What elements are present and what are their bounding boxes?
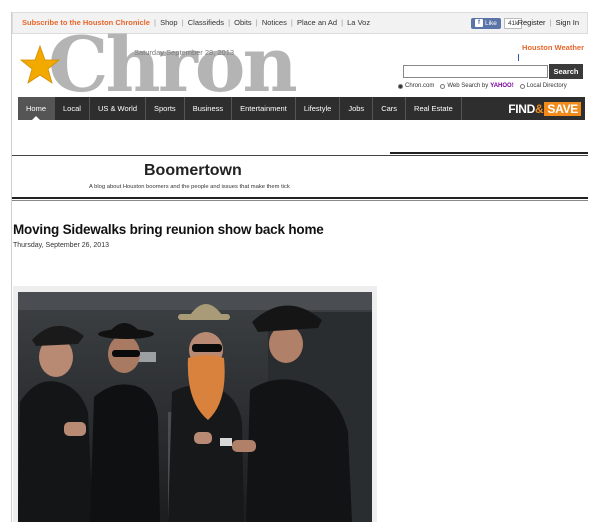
nav-item-entertainment[interactable]: Entertainment [232, 97, 296, 120]
divider [12, 155, 588, 156]
search-option-chron[interactable]: Chron.com [398, 83, 434, 89]
place-an-ad-link[interactable]: Place an Ad [297, 18, 337, 27]
weather-indicator [518, 54, 519, 61]
nav-item-us-world[interactable]: US & World [90, 97, 146, 120]
chron-logo[interactable]: Chron [48, 27, 298, 103]
facebook-like-widget: f Like 41k [471, 17, 523, 29]
separator: | [341, 18, 344, 27]
nav-item-lifestyle[interactable]: Lifestyle [296, 97, 341, 120]
radio-selected-icon [398, 83, 403, 89]
facebook-icon: f [475, 19, 483, 27]
article-photo [18, 292, 372, 522]
account-links: Register | Sign In [518, 18, 579, 27]
masthead-date: Saturday September 28, 2013 [134, 48, 235, 57]
yahoo-logo: YAHOO! [490, 83, 514, 89]
nav-item-local[interactable]: Local [55, 97, 90, 120]
promo-amp-text: & [535, 101, 544, 116]
search-input[interactable] [403, 65, 548, 78]
find-and-save-promo[interactable]: FIND & SAVE [508, 97, 585, 120]
search-option-label: Local Directory [526, 83, 567, 89]
star-icon [20, 45, 60, 84]
radio-icon [519, 83, 525, 89]
search-option-web[interactable]: Web Search by YAHOO! [440, 83, 514, 89]
sign-in-link[interactable]: Sign In [556, 18, 579, 27]
main-nav: Home Local US & World Sports Business En… [18, 97, 585, 120]
nav-item-real-estate[interactable]: Real Estate [406, 97, 462, 120]
blog-subtitle: A blog about Houston boomers and the peo… [89, 184, 290, 190]
article-date: Thursday, September 26, 2013 [13, 242, 109, 249]
nav-item-business[interactable]: Business [185, 97, 233, 120]
blog-title[interactable]: Boomertown [144, 162, 242, 180]
article-headline: Moving Sidewalks bring reunion show back… [13, 222, 324, 237]
la-voz-link[interactable]: La Voz [347, 18, 370, 27]
houston-weather-link[interactable]: Houston Weather [522, 43, 584, 52]
radio-icon [440, 83, 446, 89]
facebook-like-label: Like [485, 19, 497, 27]
promo-save-text: SAVE [544, 101, 581, 116]
search-options: Chron.com Web Search by YAHOO! Local Dir… [398, 83, 567, 89]
search-option-label: Web Search by [447, 83, 489, 89]
promo-find-text: FIND [508, 101, 536, 116]
masthead: Chron Saturday September 28, 2013 Housto… [12, 27, 588, 103]
divider [12, 200, 588, 201]
facebook-like-button[interactable]: f Like [471, 17, 501, 29]
nav-item-home[interactable]: Home [18, 97, 56, 120]
nav-item-jobs[interactable]: Jobs [340, 97, 374, 120]
search-option-local-directory[interactable]: Local Directory [519, 83, 567, 89]
nav-item-cars[interactable]: Cars [373, 97, 407, 120]
nav-item-sports[interactable]: Sports [146, 97, 185, 120]
band-photo-illustration [18, 292, 372, 522]
divider [390, 152, 588, 154]
divider [12, 197, 588, 199]
search-option-label: Chron.com [405, 83, 435, 89]
separator: | [549, 18, 552, 27]
register-link[interactable]: Register [518, 18, 546, 27]
search-button[interactable]: Search [549, 64, 583, 79]
